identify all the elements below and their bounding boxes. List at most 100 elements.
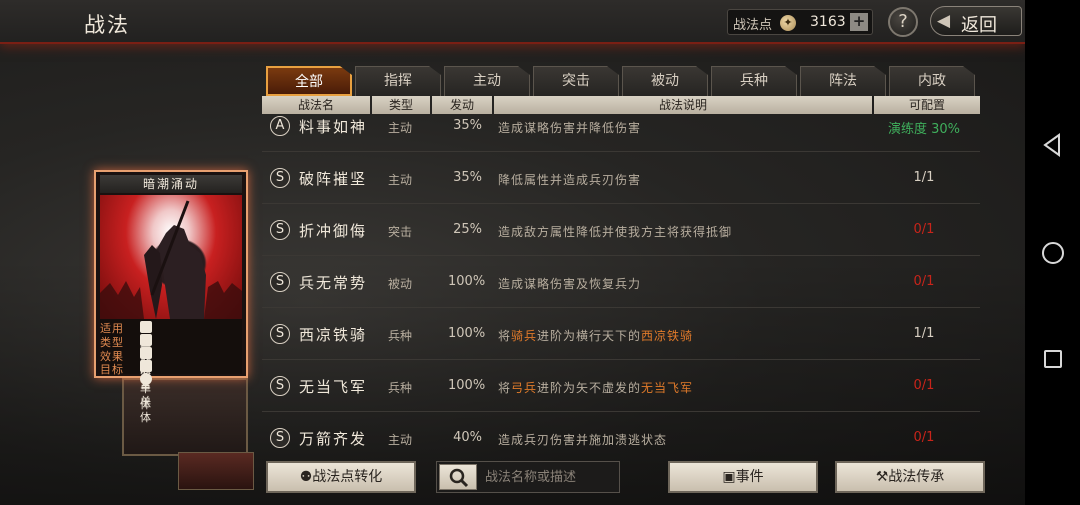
tab-assault[interactable]: 突击 xyxy=(533,66,619,96)
config-status: 1/1 xyxy=(913,170,935,185)
inherit-button[interactable]: ⚒战法传承 xyxy=(835,461,985,493)
grade-badge: S xyxy=(270,428,290,448)
tactic-rate: 35% xyxy=(453,170,482,185)
column-description: 战法说明 xyxy=(494,96,872,114)
table-row[interactable]: A 料事如神 主动 35% 造成谋略伤害并降低伤害 演练度 30% xyxy=(262,116,980,152)
desc-highlight: 弓兵 xyxy=(511,381,538,395)
tactic-name: 西凉铁骑 xyxy=(299,326,368,344)
column-name[interactable]: 战法名 xyxy=(262,96,370,114)
config-status: 1/1 xyxy=(913,326,935,341)
tactic-type: 突击 xyxy=(388,225,413,239)
desc-highlight: 骑兵 xyxy=(511,329,538,343)
tab-all[interactable]: 全部 xyxy=(266,66,352,96)
grade-badge: S xyxy=(270,376,290,396)
hammer-icon: ⚒ xyxy=(875,469,889,485)
inherit-label: 战法传承 xyxy=(888,469,945,485)
grade-badge: A xyxy=(270,116,290,136)
card-artwork xyxy=(100,195,242,319)
nav-back-icon[interactable] xyxy=(1041,132,1063,158)
card-info: 适用 类型 主动 效果 兵刃单体 目标 敌军单体 xyxy=(100,319,242,424)
tab-internal[interactable]: 内政 xyxy=(889,66,975,96)
card-title: 暗潮涌动 xyxy=(100,175,242,193)
tactic-card[interactable]: 暗潮涌动 适用 类型 主动 效果 兵刃单体 目标 敌军单体 xyxy=(94,170,248,424)
desc-highlight: 西凉铁骑 xyxy=(641,329,694,343)
tab-passive[interactable]: 被动 xyxy=(622,66,708,96)
desc-text: 将 xyxy=(498,329,512,343)
tactic-points-box: 战法点 ✦ 3163 + xyxy=(727,9,873,35)
table-row[interactable]: S 兵无常势 被动 100% 造成谋略伤害及恢复兵力 0/1 xyxy=(262,256,980,308)
desc-text: 进阶为矢不虚发的 xyxy=(537,381,642,395)
column-type[interactable]: 类型 xyxy=(372,96,430,114)
grade-badge: S xyxy=(270,220,290,240)
search-button[interactable] xyxy=(439,464,477,490)
table-row[interactable]: S 破阵摧坚 主动 35% 降低属性并造成兵刃伤害 1/1 xyxy=(262,152,980,204)
back-arrow-icon: ◀ xyxy=(937,11,951,31)
event-label: 事件 xyxy=(735,469,764,485)
column-rate[interactable]: 发动 xyxy=(432,96,492,114)
add-points-button[interactable]: + xyxy=(850,13,868,31)
desc-text: 将 xyxy=(498,381,512,395)
desc-text: 进阶为横行天下的 xyxy=(537,329,642,343)
tactic-description: 造成谋略伤害及恢复兵力 xyxy=(498,277,642,291)
tab-active[interactable]: 主动 xyxy=(444,66,530,96)
tactic-type: 兵种 xyxy=(388,329,413,343)
tactic-description: 将弓兵进阶为矢不虚发的无当飞军 xyxy=(498,379,693,396)
tactic-points-value: 3163 xyxy=(810,14,846,30)
nav-recent-icon[interactable] xyxy=(1044,350,1062,368)
page-title: 战法 xyxy=(84,13,130,37)
convert-points-button[interactable]: ⚉战法点转化 xyxy=(266,461,416,493)
tactic-name: 无当飞军 xyxy=(299,378,368,396)
nav-home-icon[interactable] xyxy=(1042,242,1064,264)
info-key: 目标 xyxy=(100,363,124,376)
tactic-rate: 25% xyxy=(453,222,482,237)
tactic-rate: 40% xyxy=(453,430,482,445)
tab-formation[interactable]: 阵法 xyxy=(800,66,886,96)
back-label: 返回 xyxy=(961,15,997,36)
help-button[interactable]: ? xyxy=(888,7,918,37)
config-status: 0/1 xyxy=(913,430,935,445)
config-status: 0/1 xyxy=(913,378,935,393)
grade-badge: S xyxy=(270,324,290,344)
tactic-description: 降低属性并造成兵刃伤害 xyxy=(498,173,642,187)
event-button[interactable]: ▣事件 xyxy=(668,461,818,493)
tactic-name: 折冲御侮 xyxy=(299,222,368,240)
desc-highlight: 无当飞军 xyxy=(641,381,694,395)
system-nav-bar xyxy=(1025,0,1080,505)
tactic-rate: 100% xyxy=(448,378,486,393)
tactic-list: A 料事如神 主动 35% 造成谋略伤害并降低伤害 演练度 30% S 破阵摧坚… xyxy=(262,116,980,453)
tactic-description: 造成兵刃伤害并施加溃逃状态 xyxy=(498,433,668,447)
tactic-type: 兵种 xyxy=(388,381,413,395)
tactic-type: 主动 xyxy=(388,121,413,135)
tactic-name: 万箭齐发 xyxy=(299,430,368,448)
config-status: 演练度 30% xyxy=(887,122,961,137)
event-icon: ▣ xyxy=(722,469,736,485)
table-row[interactable]: S 万箭齐发 主动 40% 造成兵刃伤害并施加溃逃状态 0/1 xyxy=(262,412,980,453)
tactic-type: 主动 xyxy=(388,173,413,187)
search-bar xyxy=(436,461,620,493)
tactic-name: 破阵摧坚 xyxy=(299,170,368,188)
config-status: 0/1 xyxy=(913,274,935,289)
tactic-description: 造成谋略伤害并降低伤害 xyxy=(498,121,642,135)
tactic-rate: 100% xyxy=(448,274,486,289)
table-row[interactable]: S 西凉铁骑 兵种 100% 将骑兵进阶为横行天下的西凉铁骑 1/1 xyxy=(262,308,980,360)
search-icon xyxy=(449,468,469,488)
info-value: 敌军单体 xyxy=(140,363,151,424)
grade-badge: S xyxy=(270,272,290,292)
column-configurable[interactable]: 可配置 xyxy=(874,96,980,114)
tactic-rate: 100% xyxy=(448,326,486,341)
config-status: 0/1 xyxy=(913,222,935,237)
table-row[interactable]: S 折冲御侮 突击 25% 造成敌方属性降低并使我方主将获得抵御 0/1 xyxy=(262,204,980,256)
tactic-type: 被动 xyxy=(388,277,413,291)
tactic-points-label: 战法点 xyxy=(733,18,773,33)
cavalry-icon xyxy=(140,321,152,333)
tactic-rate: 35% xyxy=(453,118,482,133)
tactic-name: 料事如神 xyxy=(299,118,368,136)
table-row[interactable]: S 无当飞军 兵种 100% 将弓兵进阶为矢不虚发的无当飞军 0/1 xyxy=(262,360,980,412)
back-button[interactable]: ◀ 返回 xyxy=(930,6,1022,36)
convert-icon: ⚉ xyxy=(299,469,313,485)
search-input[interactable] xyxy=(485,466,615,488)
category-tabs: 全部 指挥 主动 突击 被动 兵种 阵法 内政 xyxy=(266,66,978,98)
grade-badge: S xyxy=(270,168,290,188)
tab-troop[interactable]: 兵种 xyxy=(711,66,797,96)
tab-command[interactable]: 指挥 xyxy=(355,66,441,96)
